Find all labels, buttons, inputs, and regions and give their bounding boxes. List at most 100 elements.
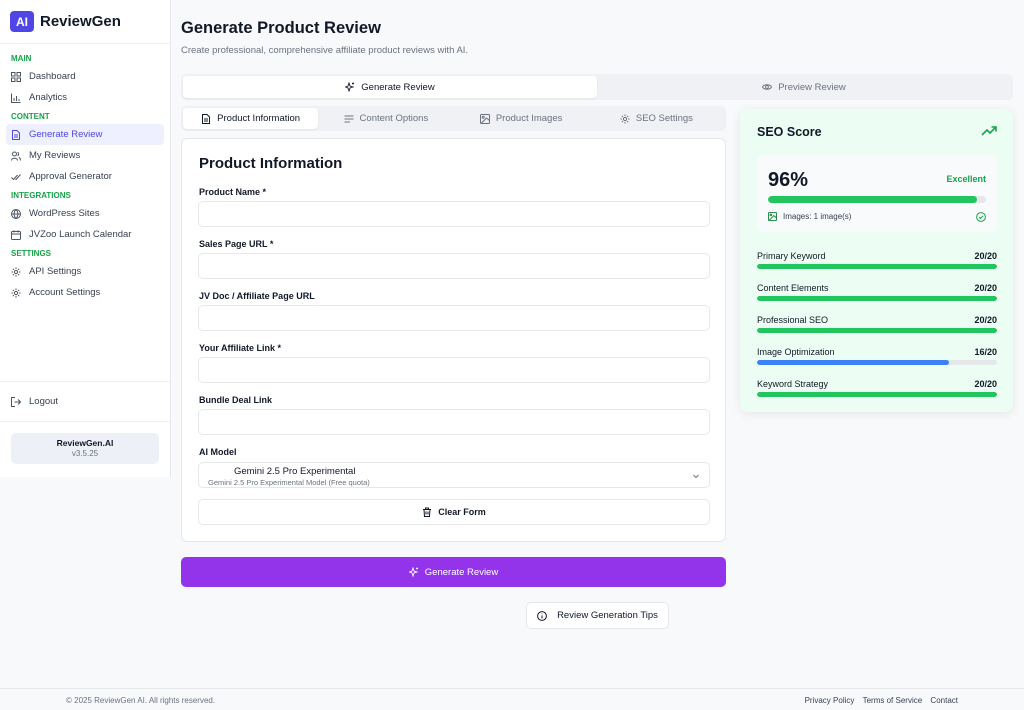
seo-metric-row: Image Optimization 16/20 [757,347,997,357]
seo-metric-bar [757,264,997,269]
sidebar-item-label: Approval Generator [29,171,112,182]
sidebar-item-dashboard[interactable]: Dashboard [6,66,164,87]
tab-product-images[interactable]: Product Images [454,108,589,129]
seo-metric-value: 20/20 [974,283,997,293]
bundle-deal-link-input[interactable] [198,409,710,435]
seo-metric-row: Primary Keyword 20/20 [757,251,997,261]
logout-area: Logout [0,381,170,422]
bundle-deal-link-label: Bundle Deal Link [199,395,273,405]
clear-form-button[interactable]: Clear Form [198,499,710,525]
tab-preview-review[interactable]: Preview Review [597,76,1011,98]
seo-metric: Content Elements 20/20 [757,283,997,301]
ai-model-label: AI Model [199,447,237,457]
tab-content-options[interactable]: Content Options [318,108,453,129]
sidebar: AI ReviewGen MAIN Dashboard Analytics CO… [0,0,171,477]
tab-label: Generate Review [361,81,435,93]
seo-rating: Excellent [946,174,986,184]
seo-metric: Professional SEO 20/20 [757,315,997,333]
score-summary: 96% Excellent Images: 1 image(s) [757,155,997,232]
form-title: Product Information [199,155,343,172]
brand-logo: AI [10,11,34,32]
sidebar-item-wordpress-sites[interactable]: WordPress Sites [6,203,164,224]
image-icon [768,212,777,221]
version-number: v3.5.25 [71,449,99,458]
text-lines-icon [344,114,354,124]
seo-metric-label: Professional SEO [757,315,829,325]
sidebar-item-analytics[interactable]: Analytics [6,87,164,108]
generate-review-button[interactable]: Generate Review [181,557,726,587]
seo-score-bar [768,196,986,203]
sidebar-item-label: WordPress Sites [29,208,100,219]
trending-up-icon [981,126,997,136]
logout-label: Logout [29,396,59,407]
sidebar-item-api-settings[interactable]: API Settings [6,261,164,282]
nav-section-main: MAIN [11,54,32,63]
sidebar-item-jvzoo-launch-calendar[interactable]: JVZoo Launch Calendar [6,224,164,245]
copyright: © 2025 ReviewGen AI. All rights reserved… [66,696,216,705]
sales-page-url-label: Sales Page URL * [199,239,274,249]
jv-doc-url-input[interactable] [198,305,710,331]
affiliate-link-label: Your Affiliate Link * [199,343,282,353]
chevron-down-icon [693,474,699,479]
sub-tabs: Product Information Content Options Prod… [181,106,726,131]
seo-metric-row: Professional SEO 20/20 [757,315,997,325]
seo-metric: Keyword Strategy 20/20 [757,379,997,397]
sidebar-item-account-settings[interactable]: Account Settings [6,282,164,303]
product-name-input[interactable] [198,201,710,227]
tab-label: Product Images [495,113,563,124]
images-status-text: Images: 1 image(s) [783,212,852,221]
seo-metric-label: Keyword Strategy [757,379,829,389]
review-tips-button[interactable]: Review Generation Tips [526,602,669,629]
seo-metric-value: 16/20 [974,347,997,357]
version-card: ReviewGen.AI v3.5.25 [11,433,159,464]
calendar-icon [11,229,21,240]
product-information-form: Product Information Product Name * Sales… [181,138,726,542]
seo-metric-bar-fill [757,296,997,301]
tab-seo-settings[interactable]: SEO Settings [589,108,724,129]
footer: © 2025 ReviewGen AI. All rights reserved… [0,688,1024,710]
trash-icon [422,507,432,517]
seo-metric-bar-fill [757,328,997,333]
sparkles-icon [345,82,355,92]
users-icon [11,151,21,161]
seo-score-bar-fill [768,196,978,203]
tab-product-information[interactable]: Product Information [183,108,319,129]
affiliate-link-input[interactable] [198,357,710,383]
sidebar-item-label: Account Settings [29,287,101,298]
seo-score-card: SEO Score 96% Excellent Images: 1 image(… [740,109,1013,412]
sidebar-item-label: Dashboard [29,71,76,82]
check-double-icon [11,172,21,182]
sidebar-item-my-reviews[interactable]: My Reviews [6,145,164,166]
globe-icon [11,208,21,219]
seo-score-value: 96% [768,169,809,191]
tab-generate-review[interactable]: Generate Review [183,76,597,98]
sidebar-item-label: Analytics [29,92,68,103]
seo-metric-label: Content Elements [757,283,829,293]
seo-metric-bar [757,392,997,397]
seo-metric-bar [757,296,997,301]
sales-page-url-input[interactable] [198,253,710,279]
privacy-policy-link[interactable]: Privacy Policy [805,696,855,705]
seo-metric-bar [757,360,997,365]
ai-model-description: Gemini 2.5 Pro Experimental Model (Free … [208,478,370,487]
brand-name: ReviewGen [40,13,121,30]
contact-link[interactable]: Contact [930,696,958,705]
grid-icon [11,71,21,82]
document-icon [201,113,211,124]
sidebar-item-generate-review[interactable]: Generate Review [6,124,164,145]
ai-model-select[interactable]: Gemini 2.5 Pro Experimental Gemini 2.5 P… [198,462,710,488]
logout-icon [11,396,21,407]
sidebar-item-label: API Settings [29,266,82,277]
top-tabs: Generate Review Preview Review [181,74,1013,100]
version-name: ReviewGen.AI [56,438,114,448]
sidebar-item-label: JVZoo Launch Calendar [29,229,132,240]
seo-metric: Primary Keyword 20/20 [757,251,997,269]
logout-button[interactable]: Logout [6,391,164,412]
terms-of-service-link[interactable]: Terms of Service [863,696,923,705]
check-circle-icon [976,212,986,222]
brand[interactable]: AI ReviewGen [0,0,170,44]
gear-icon [11,267,21,277]
jv-doc-url-label: JV Doc / Affiliate Page URL [199,291,315,301]
sidebar-item-approval-generator[interactable]: Approval Generator [6,166,164,187]
seo-metric-label: Primary Keyword [757,251,826,261]
